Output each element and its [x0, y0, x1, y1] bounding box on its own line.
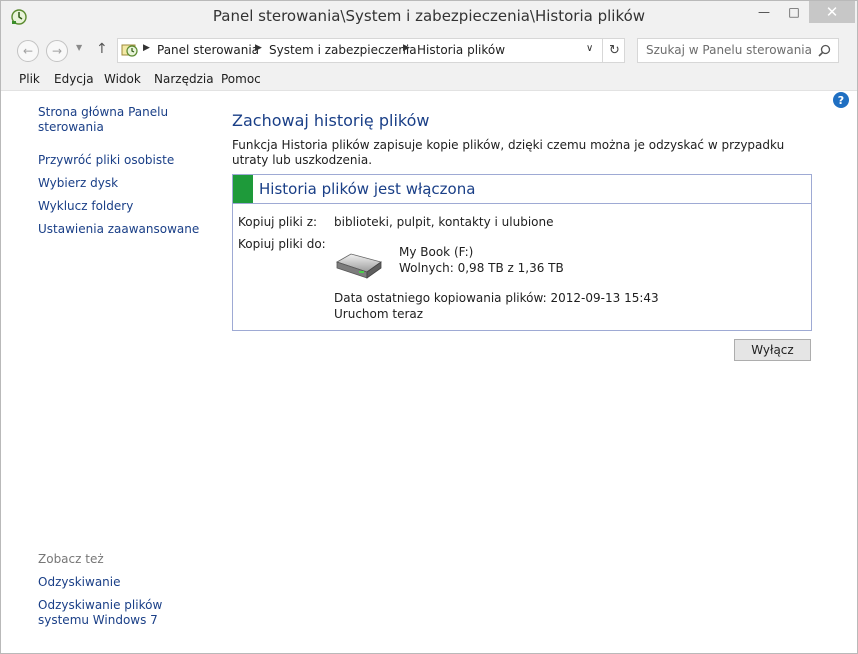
menu-edit[interactable]: Edycja	[54, 72, 94, 86]
breadcrumb-chevron-icon[interactable]: ▶	[255, 43, 262, 53]
drive-name: My Book (F:)	[399, 245, 474, 259]
status-header: Historia plików jest włączona	[233, 175, 811, 204]
refresh-button[interactable]: ↻	[602, 39, 626, 62]
sidebar-link-advanced-settings[interactable]: Ustawienia zaawansowane	[38, 222, 199, 237]
file-history-status-panel: Historia plików jest włączona Kopiuj pli…	[232, 174, 812, 331]
copy-to-label: Kopiuj pliki do:	[238, 237, 326, 251]
minimize-button[interactable]: —	[749, 1, 779, 23]
sidebar-link-restore-files[interactable]: Przywróć pliki osobiste	[38, 153, 174, 168]
back-button[interactable]: ←	[17, 40, 39, 62]
copy-from-label: Kopiuj pliki z:	[238, 215, 318, 229]
drive-free-space: Wolnych: 0,98 TB z 1,36 TB	[399, 261, 564, 275]
last-backup-date: Data ostatniego kopiowania plików: 2012-…	[334, 291, 659, 305]
arrow-left-icon: ←	[22, 44, 34, 58]
turn-off-button[interactable]: Wyłącz	[734, 339, 811, 361]
address-bar[interactable]: ▶ Panel sterowania ▶ System i zabezpiecz…	[117, 38, 625, 63]
menu-view[interactable]: Widok	[104, 72, 141, 86]
sidebar-link-select-drive[interactable]: Wybierz dysk	[38, 176, 118, 191]
see-also-link-windows7-recovery[interactable]: Odzyskiwanie plików systemu Windows 7	[38, 598, 208, 628]
arrow-up-icon: ↑	[96, 41, 108, 57]
forward-button[interactable]: →	[46, 40, 68, 62]
sidebar-link-control-panel-home[interactable]: Strona główna Panelu sterowania	[38, 105, 188, 135]
address-dropdown-chevron-icon[interactable]: ∨	[586, 43, 593, 54]
close-button[interactable]: ✕	[809, 1, 855, 23]
recent-locations-chevron-icon[interactable]: ▼	[76, 43, 82, 52]
page-title: Zachowaj historię plików	[232, 111, 430, 130]
menu-tools[interactable]: Narzędzia	[154, 72, 214, 86]
maximize-icon: □	[788, 5, 800, 19]
run-now-link[interactable]: Uruchom teraz	[334, 307, 423, 322]
see-also-link-recovery[interactable]: Odzyskiwanie	[38, 575, 121, 590]
minimize-icon: —	[758, 5, 770, 19]
title-bar: Panel sterowania\System i zabezpieczenia…	[1, 1, 857, 33]
search-input[interactable]: Szukaj w Panelu sterowania	[637, 38, 839, 63]
search-icon[interactable]	[818, 44, 831, 57]
see-also-label: Zobacz też	[38, 552, 104, 566]
menu-bar: Plik Edycja Widok Narzędzia Pomoc	[1, 67, 857, 91]
breadcrumb-file-history[interactable]: Historia plików	[417, 43, 505, 57]
refresh-icon: ↻	[609, 43, 620, 58]
status-title: Historia plików jest włączona	[259, 180, 476, 198]
file-history-window: Panel sterowania\System i zabezpieczenia…	[0, 0, 858, 654]
up-button[interactable]: ↑	[96, 41, 108, 57]
copy-from-value: biblioteki, pulpit, kontakty i ulubione	[334, 215, 554, 229]
status-indicator	[233, 175, 253, 203]
menu-help[interactable]: Pomoc	[221, 72, 261, 86]
breadcrumb-chevron-icon[interactable]: ▶	[143, 43, 150, 53]
breadcrumb-system-security[interactable]: System i zabezpieczenia	[269, 43, 417, 57]
sidebar-link-exclude-folders[interactable]: Wyklucz foldery	[38, 199, 133, 214]
maximize-button[interactable]: □	[779, 1, 809, 23]
external-drive-icon	[336, 253, 382, 279]
search-placeholder: Szukaj w Panelu sterowania	[646, 43, 812, 57]
help-icon[interactable]: ?	[833, 92, 849, 108]
window-title: Panel sterowania\System i zabezpieczenia…	[212, 7, 646, 25]
control-panel-icon	[121, 44, 138, 57]
breadcrumb-control-panel[interactable]: Panel sterowania	[157, 43, 259, 57]
menu-file[interactable]: Plik	[19, 72, 40, 86]
arrow-right-icon: →	[51, 44, 63, 58]
breadcrumb-chevron-icon[interactable]: ▶	[403, 43, 410, 53]
page-description: Funkcja Historia plików zapisuje kopie p…	[232, 138, 785, 167]
close-icon: ✕	[825, 3, 839, 21]
navigation-bar: ← → ▼ ↑ ▶ Panel sterowania ▶ System i za…	[1, 33, 857, 67]
